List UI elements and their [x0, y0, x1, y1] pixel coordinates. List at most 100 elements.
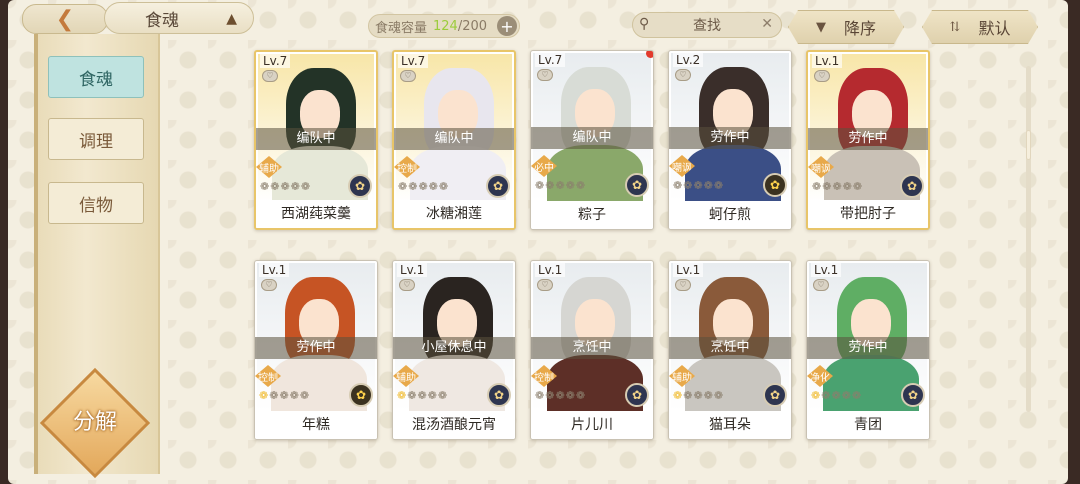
star-icon: ❁: [397, 389, 408, 402]
star-icon: ❁: [270, 180, 281, 193]
character-card[interactable]: Lv.1 ♡ 劳作中 控制 ❁❁❁❁❁ ✿ 年糕: [254, 260, 378, 440]
character-card[interactable]: Lv.1 ♡ 劳作中 嘲讽 ❁❁❁❁❁ ✿ 带把肘子: [806, 50, 930, 230]
star-icon: ❁: [408, 180, 419, 193]
capacity-max: /200: [457, 18, 488, 34]
star-icon: ❁: [299, 389, 311, 402]
star-rating: ❁❁❁❁❁: [260, 180, 311, 193]
character-card[interactable]: Lv.1 ♡ 小屋休息中 辅助 ❁❁❁❁❁ ✿ 混汤酒酿元宵: [392, 260, 516, 440]
star-rating: ❁❁❁❁❁: [259, 389, 310, 402]
star-icon: ❁: [575, 179, 587, 192]
plus-icon[interactable]: +: [497, 16, 517, 36]
star-icon: ❁: [565, 389, 576, 402]
character-name: 猫耳朵: [669, 411, 791, 439]
star-icon: ❁: [398, 180, 409, 193]
decompose-label: 分解: [72, 410, 117, 435]
character-name: 粽子: [531, 201, 653, 229]
star-icon: ❁: [832, 180, 843, 193]
chevron-back-icon: ❮: [55, 6, 75, 32]
heart-icon: ♡: [261, 279, 277, 291]
element-icon: ✿: [625, 383, 649, 407]
star-rating: ❁❁❁❁❁: [812, 180, 863, 193]
scrollbar[interactable]: [1026, 66, 1031, 412]
star-rating: ❁❁❁❁❁: [535, 389, 586, 402]
star-icon: ❁: [438, 180, 450, 193]
character-card[interactable]: Lv.2 ♡ 劳作中 嘲讽 ❁❁❁❁❁ ✿ 蚵仔煎: [668, 50, 792, 230]
star-icon: ❁: [290, 180, 301, 193]
star-icon: ❁: [555, 179, 566, 192]
character-name: 冰糖湘莲: [394, 200, 514, 228]
star-icon: ❁: [289, 389, 300, 402]
heart-icon: ♡: [537, 69, 553, 81]
element-icon: ✿: [348, 174, 372, 198]
sidebar-item-tiaoli[interactable]: 调理: [48, 118, 144, 160]
status-label: 烹饪中: [669, 337, 791, 359]
new-badge: [646, 51, 653, 58]
star-icon: ❁: [418, 180, 429, 193]
element-icon: ✿: [625, 173, 649, 197]
star-icon: ❁: [565, 179, 576, 192]
character-card[interactable]: Lv.1 ♡ 烹饪中 控制 ❁❁❁❁❁ ✿ 片儿川: [530, 260, 654, 440]
sidebar-item-xinwu[interactable]: 信物: [48, 182, 144, 224]
heart-icon: ♡: [813, 279, 829, 291]
title-tab: 食魂 ▲: [104, 2, 254, 34]
close-icon[interactable]: ✕: [761, 16, 773, 32]
filter-button[interactable]: ⇅ 默认: [922, 10, 1038, 44]
heart-icon: ♡: [400, 70, 416, 82]
status-label: 编队中: [394, 128, 514, 150]
capacity-current: 124: [433, 18, 458, 34]
star-icon: ❁: [575, 389, 587, 402]
star-icon: ❁: [683, 389, 694, 402]
character-card[interactable]: Lv.1 ♡ 烹饪中 辅助 ❁❁❁❁❁ ✿ 猫耳朵: [668, 260, 792, 440]
search-input[interactable]: ⚲ 查找 ✕: [632, 12, 782, 38]
star-icon: ❁: [260, 180, 271, 193]
star-icon: ❁: [842, 180, 853, 193]
star-icon: ❁: [703, 389, 714, 402]
heart-icon: ♡: [399, 279, 415, 291]
star-rating: ❁❁❁❁❁: [673, 179, 724, 192]
star-icon: ❁: [280, 180, 291, 193]
element-icon: ✿: [487, 383, 511, 407]
star-icon: ❁: [703, 179, 714, 192]
star-icon: ❁: [259, 389, 270, 402]
heart-icon: ♡: [537, 279, 553, 291]
character-name: 蚵仔煎: [669, 201, 791, 229]
character-name: 年糕: [255, 411, 377, 439]
star-icon: ❁: [821, 389, 832, 402]
crown-icon[interactable]: ▲: [226, 11, 237, 27]
star-rating: ❁❁❁❁❁: [398, 180, 449, 193]
game-screen: ❮ 食魂 ▲ 食魂容量 124 /200 + ⚲ 查找 ✕ ▼ 降序 ⇅ 默认 …: [8, 0, 1068, 484]
level-label: Lv.7: [260, 54, 291, 68]
level-label: Lv.2: [673, 53, 704, 67]
back-button[interactable]: ❮: [22, 4, 108, 34]
capacity-bar: 食魂容量 124 /200 +: [368, 14, 520, 38]
character-card[interactable]: Lv.1 ♡ 劳作中 净化 ❁❁❁❁❁ ✿ 青团: [806, 260, 930, 440]
character-card[interactable]: Lv.7 ♡ 编队中 控制 ❁❁❁❁❁ ✿ 冰糖湘莲: [392, 50, 516, 230]
scrollbar-thumb[interactable]: [1026, 130, 1031, 160]
sidebar-item-label: 信物: [79, 195, 113, 216]
star-icon: ❁: [428, 180, 439, 193]
star-icon: ❁: [269, 389, 280, 402]
level-label: Lv.1: [259, 263, 290, 277]
character-name: 混汤酒酿元宵: [393, 411, 515, 439]
sidebar: 食魂 调理 信物 分解: [34, 34, 160, 479]
sort-label: 降序: [843, 19, 876, 38]
filter-icon: ⇅: [949, 19, 961, 35]
star-icon: ❁: [427, 389, 438, 402]
star-icon: ❁: [673, 389, 684, 402]
character-card[interactable]: Lv.7 ♡ 编队中 辅助 ❁❁❁❁❁ ✿ 西湖莼菜羹: [254, 50, 378, 230]
character-card[interactable]: Lv.7 ♡ 编队中 必中 ❁❁❁❁❁ ✿ 粽子: [530, 50, 654, 230]
star-icon: ❁: [673, 179, 684, 192]
sidebar-item-shihun[interactable]: 食魂: [48, 56, 144, 98]
star-icon: ❁: [545, 389, 556, 402]
star-icon: ❁: [851, 389, 863, 402]
star-icon: ❁: [811, 389, 822, 402]
status-label: 劳作中: [807, 337, 929, 359]
star-icon: ❁: [535, 389, 546, 402]
star-icon: ❁: [437, 389, 449, 402]
sort-button[interactable]: ▼ 降序: [788, 10, 904, 44]
heart-icon: ♡: [675, 69, 691, 81]
star-rating: ❁❁❁❁❁: [535, 179, 586, 192]
character-name: 片儿川: [531, 411, 653, 439]
heart-icon: ♡: [675, 279, 691, 291]
page-title: 食魂: [145, 10, 179, 31]
